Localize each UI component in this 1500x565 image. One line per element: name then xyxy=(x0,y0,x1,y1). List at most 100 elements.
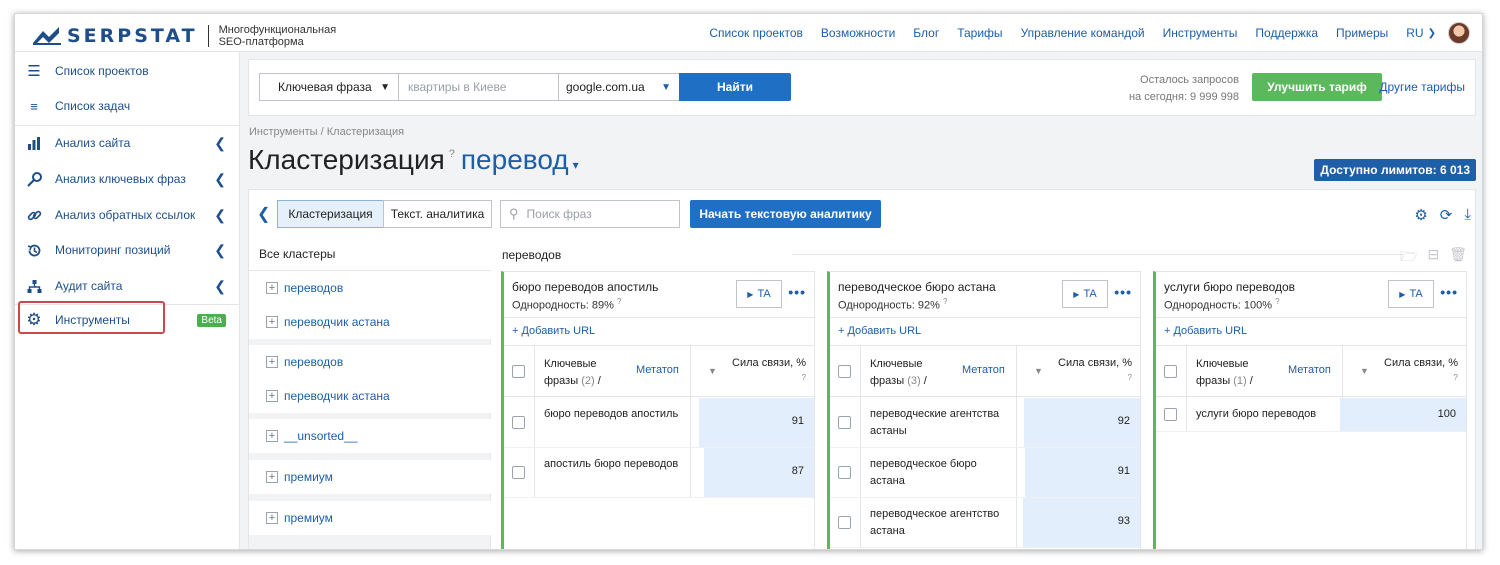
row-checkbox[interactable] xyxy=(838,466,851,479)
cluster-group: + __unsorted__ xyxy=(249,419,491,453)
metatop-link[interactable]: Метатоп xyxy=(636,364,679,376)
row-checkbox[interactable] xyxy=(838,416,851,429)
chevron-down-icon[interactable]: ▾ xyxy=(573,158,579,172)
download-icon[interactable]: ⤓ xyxy=(1464,206,1471,224)
row-checkbox[interactable] xyxy=(512,416,525,429)
expand-icon[interactable]: + xyxy=(266,390,278,402)
search-mode-select[interactable]: Ключевая фраза ▼ xyxy=(259,73,399,101)
help-icon[interactable]: ? xyxy=(1275,297,1279,306)
cluster-item[interactable]: + премиум xyxy=(249,501,491,535)
cluster-group: + переводов + переводчик астана xyxy=(249,345,491,413)
avatar[interactable] xyxy=(1448,22,1470,44)
start-text-analytics-button[interactable]: Начать текстовую аналитику xyxy=(690,200,881,228)
logo[interactable]: SERPSTAT Многофункциональная SEO-платфор… xyxy=(33,24,336,48)
sidebar-item-projects[interactable]: ☰ Список проектов xyxy=(15,53,240,89)
sidebar-item-label: Список проектов xyxy=(55,64,149,78)
metatop-link[interactable]: Метатоп xyxy=(1288,364,1331,376)
project-selector[interactable]: перевод xyxy=(461,144,569,176)
phrase-search-input[interactable]: ⚲ Поиск фраз xyxy=(500,200,680,228)
select-all-checkbox[interactable] xyxy=(1164,365,1177,378)
settings-icon[interactable]: ⚙ xyxy=(1414,206,1427,224)
cluster-item[interactable]: + премиум xyxy=(249,460,491,494)
add-folder-icon[interactable]: 🗁 xyxy=(1400,246,1417,270)
divider xyxy=(534,448,535,497)
keyword-input[interactable]: квартиры в Киеве xyxy=(398,73,559,101)
ta-button[interactable]: ▶ TA xyxy=(736,280,782,308)
sidebar-item-rank-tracker[interactable]: Мониторинг позиций ❮ xyxy=(15,232,240,268)
nav-support[interactable]: Поддержка xyxy=(1255,26,1318,40)
metatop-link[interactable]: Метатоп xyxy=(962,364,1005,376)
sidebar-item-site-audit[interactable]: Аудит сайта ❮ xyxy=(15,268,240,304)
divider xyxy=(690,398,691,447)
chart-icon xyxy=(25,134,43,152)
cluster-item[interactable]: + переводов xyxy=(249,271,491,305)
strength-column-header[interactable]: Сила связи, %? xyxy=(1058,356,1132,385)
tagline: Многофункциональная SEO-платформа xyxy=(219,24,337,48)
sidebar-item-tasks[interactable]: ≡ Список задач xyxy=(15,88,240,124)
nav-features[interactable]: Возможности xyxy=(821,26,895,40)
sidebar-item-keywords[interactable]: Анализ ключевых фраз ❮ xyxy=(15,161,240,197)
strength-column-header[interactable]: Сила связи, %? xyxy=(1384,356,1458,385)
workspace-toolbar: ❮ Кластеризация Текст. аналитика ⚲ Поиск … xyxy=(249,190,1477,237)
add-url-link[interactable]: + Добавить URL xyxy=(838,325,921,337)
upgrade-button[interactable]: Улучшить тариф xyxy=(1252,73,1382,101)
refresh-icon[interactable]: ⟳ xyxy=(1440,206,1453,224)
limits-badge: Доступно лимитов: 6 013 xyxy=(1314,159,1476,181)
cluster-area-title[interactable]: переводов xyxy=(502,248,561,262)
expand-icon[interactable]: + xyxy=(266,316,278,328)
tab-text-analytics[interactable]: Текст. аналитика xyxy=(383,200,492,228)
tab-clusters[interactable]: Кластеризация xyxy=(277,200,384,228)
sidebar-item-site-analysis[interactable]: Анализ сайта ❮ xyxy=(15,125,240,161)
nav-tools[interactable]: Инструменты xyxy=(1163,26,1238,40)
sort-icon[interactable]: ▼ xyxy=(1034,366,1043,376)
sidebar-item-backlinks[interactable]: Анализ обратных ссылок ❮ xyxy=(15,197,240,233)
select-all-checkbox[interactable] xyxy=(512,365,525,378)
find-button[interactable]: Найти xyxy=(679,73,791,101)
tagline-line-1: Многофункциональная xyxy=(218,24,337,36)
help-icon[interactable]: ? xyxy=(943,297,947,306)
chevron-left-icon[interactable]: ❮ xyxy=(257,204,270,224)
add-url-link[interactable]: + Добавить URL xyxy=(1164,325,1247,337)
cluster-item[interactable]: + __unsorted__ xyxy=(249,419,491,453)
nav-examples[interactable]: Примеры xyxy=(1336,26,1388,40)
other-plans-link[interactable]: Другие тарифы xyxy=(1379,80,1465,94)
expand-icon[interactable]: + xyxy=(266,356,278,368)
row-checkbox[interactable] xyxy=(512,466,525,479)
help-icon[interactable]: ? xyxy=(449,148,455,160)
expand-icon[interactable]: + xyxy=(266,430,278,442)
sort-icon[interactable]: ▼ xyxy=(1360,366,1369,376)
help-icon[interactable]: ? xyxy=(617,297,621,306)
strength-value: 92 xyxy=(1117,415,1130,427)
cluster-area-header: переводов 🗁 ⊟ 🗑 xyxy=(492,238,1477,271)
more-icon[interactable]: ••• xyxy=(1440,284,1458,300)
help-icon[interactable]: ? xyxy=(802,373,806,382)
search-engine-select[interactable]: google.com.ua ▼ xyxy=(558,73,680,101)
cluster-item[interactable]: + переводчик астана xyxy=(249,379,491,413)
cluster-item[interactable]: + переводчик астана xyxy=(249,305,491,339)
select-all-checkbox[interactable] xyxy=(838,365,851,378)
nav-team[interactable]: Управление командой xyxy=(1021,26,1145,40)
table-header: Ключевые фразы (1) / Метатоп ▼ Сила связи… xyxy=(1156,345,1466,398)
row-checkbox[interactable] xyxy=(1164,408,1177,421)
sidebar-item-label: Аудит сайта xyxy=(55,279,123,293)
row-checkbox[interactable] xyxy=(838,516,851,529)
nav-blog[interactable]: Блог xyxy=(913,26,939,40)
cluster-item[interactable]: + переводов xyxy=(249,345,491,379)
nav-pricing[interactable]: Тарифы xyxy=(957,26,1002,40)
collapse-icon[interactable]: ⊟ xyxy=(1427,246,1439,270)
sort-icon[interactable]: ▼ xyxy=(708,366,717,376)
strength-column-header[interactable]: Сила связи, %? xyxy=(732,356,806,385)
help-icon[interactable]: ? xyxy=(1454,373,1458,382)
language-selector[interactable]: RU ❯ xyxy=(1406,26,1436,40)
ta-button[interactable]: ▶ TA xyxy=(1388,280,1434,308)
help-icon[interactable]: ? xyxy=(1128,373,1132,382)
ta-button[interactable]: ▶ TA xyxy=(1062,280,1108,308)
expand-icon[interactable]: + xyxy=(266,512,278,524)
expand-icon[interactable]: + xyxy=(266,282,278,294)
nav-projects[interactable]: Список проектов xyxy=(709,26,803,40)
more-icon[interactable]: ••• xyxy=(788,284,806,300)
more-icon[interactable]: ••• xyxy=(1114,284,1132,300)
trash-icon[interactable]: 🗑 xyxy=(1449,246,1467,270)
expand-icon[interactable]: + xyxy=(266,471,278,483)
add-url-link[interactable]: + Добавить URL xyxy=(512,325,595,337)
